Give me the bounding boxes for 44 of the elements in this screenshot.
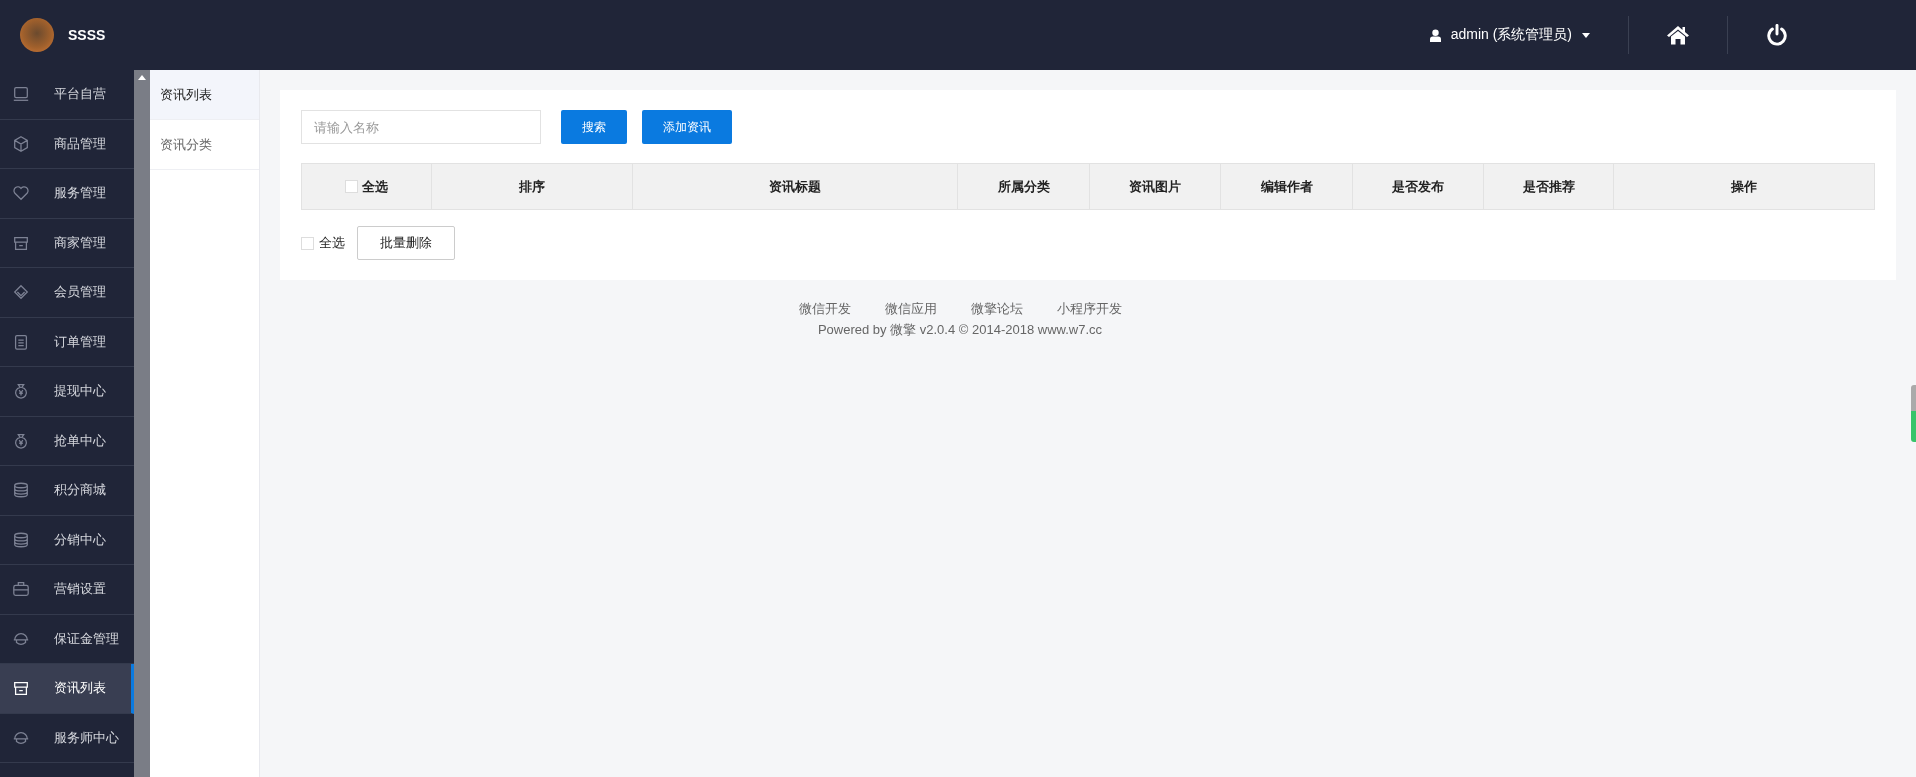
checkbox[interactable]: [301, 236, 314, 250]
user-icon: [1429, 28, 1441, 42]
column-header: 所属分类: [958, 164, 1090, 209]
side-widget[interactable]: [1911, 385, 1916, 442]
column-header: 是否发布: [1353, 164, 1484, 209]
column-header: 操作: [1730, 177, 1758, 196]
column-header: 资讯标题: [633, 164, 958, 209]
shop-icon: [12, 679, 30, 698]
search-field[interactable]: 请输入名称: [301, 110, 541, 144]
footer-link[interactable]: 小程序开发: [1056, 300, 1122, 318]
money-bag-icon: [12, 431, 30, 450]
search-button[interactable]: 搜索: [561, 110, 627, 144]
clipboard-icon: [12, 332, 30, 351]
user-menu[interactable]: admin (系统管理员): [1429, 26, 1628, 44]
column-header: 编辑作者: [1221, 164, 1353, 209]
column-header: 是否推荐: [1484, 164, 1614, 209]
column-header: 资讯图片: [1090, 164, 1221, 209]
footer-link[interactable]: 微擎论坛: [970, 300, 1023, 318]
submenu-item[interactable]: 资讯分类: [150, 120, 259, 170]
site-name: SSSS: [68, 27, 106, 43]
cube-icon: [12, 134, 30, 153]
caret-icon: [1582, 32, 1590, 38]
add-button[interactable]: 添加资讯: [642, 110, 732, 144]
money-bag-icon: [12, 382, 30, 401]
coins-icon: [12, 481, 30, 500]
toolbox-icon: [12, 580, 30, 599]
footer-link[interactable]: 微信开发: [798, 300, 851, 318]
powered-by-text: Powered by 微擎 v2.0.4 © 2014-2018 www.w7.cc: [816, 321, 1104, 339]
sidebar-item[interactable]: 资讯列表: [0, 664, 134, 714]
power-icon: [1765, 24, 1789, 46]
checkbox[interactable]: [345, 180, 358, 193]
batch-delete-button[interactable]: 批量删除: [357, 226, 455, 260]
home-icon: [1666, 24, 1690, 46]
scrollbar[interactable]: [134, 70, 150, 777]
heart-icon: [12, 184, 30, 203]
footer-link[interactable]: 微信应用: [884, 300, 937, 318]
monitor-icon: [12, 85, 30, 104]
logo-avatar: [20, 18, 54, 52]
coins-icon: [12, 530, 30, 549]
submenu-item[interactable]: 资讯列表: [150, 70, 259, 120]
diamond-icon: [12, 283, 30, 302]
column-header: 全选: [362, 177, 388, 196]
select-all-label: 全选: [319, 234, 345, 252]
column-header: 排序: [432, 164, 633, 209]
